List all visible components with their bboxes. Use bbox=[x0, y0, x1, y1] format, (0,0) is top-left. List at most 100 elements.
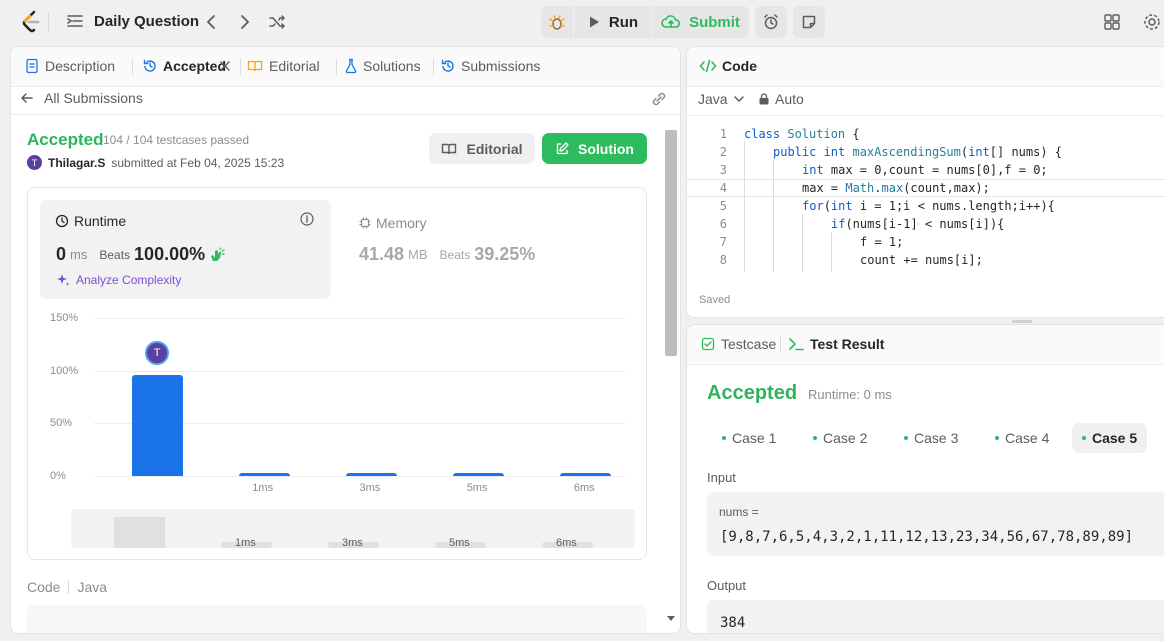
line-number: 7 bbox=[719, 235, 727, 249]
runtime-box[interactable]: Runtime 0 ms Beats 100.00% Analyze Compl… bbox=[40, 200, 331, 299]
tab-divider bbox=[433, 59, 434, 75]
test-tabs-bar: Testcase Test Result bbox=[687, 325, 1164, 365]
code-header: Code Java bbox=[27, 579, 107, 595]
case-tab-2[interactable]: Case 2 bbox=[803, 423, 877, 453]
case-tab-3[interactable]: Case 3 bbox=[894, 423, 968, 453]
x-tick-label: 6ms bbox=[573, 482, 595, 494]
tab-divider bbox=[780, 337, 781, 353]
divider bbox=[48, 12, 49, 32]
runtime-value: 0 bbox=[56, 244, 67, 264]
leetcode-logo[interactable] bbox=[21, 10, 41, 34]
submitter-name[interactable]: Thilagar.S bbox=[48, 156, 105, 170]
editorial-button[interactable]: Editorial bbox=[429, 133, 535, 164]
saved-status: Saved bbox=[699, 294, 731, 306]
code-token: (count,max); bbox=[903, 181, 990, 195]
runtime-heading: Runtime bbox=[55, 213, 126, 229]
tab-test-result[interactable]: Test Result bbox=[788, 336, 884, 352]
tab-divider bbox=[336, 59, 337, 75]
code-token: . bbox=[874, 181, 882, 195]
range-bar bbox=[114, 517, 165, 548]
range-selector[interactable]: 1ms 3ms 5ms 6ms bbox=[71, 509, 635, 548]
analyze-complexity-link[interactable]: Analyze Complexity bbox=[56, 273, 181, 287]
close-tab-icon[interactable] bbox=[218, 59, 232, 73]
solution-button[interactable]: Solution bbox=[542, 133, 647, 164]
top-nav: Daily Question Run Submit bbox=[0, 0, 1164, 44]
timer-button[interactable] bbox=[755, 6, 787, 38]
tab-accepted[interactable]: Accepted bbox=[143, 58, 226, 74]
code-text: public int maxAscendingSum(int[] nums) { bbox=[744, 142, 1063, 164]
code-token: if bbox=[831, 217, 846, 231]
tab-solutions[interactable]: Solutions bbox=[345, 58, 421, 74]
case-tab-1[interactable]: Case 1 bbox=[712, 423, 786, 453]
gridline bbox=[94, 318, 625, 319]
submitted-time: submitted at Feb 04, 2025 15:23 bbox=[111, 155, 285, 170]
tab-divider bbox=[132, 59, 133, 75]
all-submissions-link[interactable]: All Submissions bbox=[20, 90, 143, 106]
tab-editorial[interactable]: Editorial bbox=[247, 58, 320, 74]
runtime-bar[interactable] bbox=[131, 374, 183, 476]
code-token: public int bbox=[773, 145, 853, 159]
runtime-bar[interactable] bbox=[560, 472, 612, 476]
auto-mode-toggle[interactable]: Auto bbox=[759, 91, 804, 107]
tab-testcase[interactable]: Testcase bbox=[701, 336, 776, 352]
info-icon[interactable] bbox=[300, 212, 314, 226]
y-tick-label: 0% bbox=[50, 470, 66, 482]
debug-button[interactable] bbox=[541, 6, 573, 38]
line-number: 8 bbox=[719, 253, 727, 267]
output-box[interactable]: 384 bbox=[707, 600, 1164, 633]
runtime-bar[interactable] bbox=[346, 472, 397, 476]
code-editor[interactable]: 1 class Solution {2 public int maxAscendin… bbox=[687, 123, 1164, 275]
tab-description[interactable]: Description bbox=[25, 58, 115, 74]
line-number: 1 bbox=[719, 127, 727, 141]
notes-button[interactable] bbox=[793, 6, 825, 38]
your-submission-marker[interactable]: T bbox=[145, 340, 170, 365]
code-preview: class Solution { bbox=[27, 605, 647, 633]
runtime-bar[interactable] bbox=[453, 472, 505, 476]
input-box[interactable]: nums = [9,8,7,6,5,4,3,2,1,11,12,13,23,34… bbox=[707, 492, 1164, 556]
submit-button[interactable]: Submit bbox=[652, 6, 749, 38]
indent-guide bbox=[773, 250, 774, 272]
test-result-panel: Testcase Test Result Accepted Runtime: 0… bbox=[686, 324, 1164, 634]
scroll-down-icon[interactable] bbox=[667, 616, 675, 622]
gridline bbox=[94, 370, 625, 372]
scrollbar-thumb[interactable] bbox=[665, 130, 677, 356]
language-select[interactable]: Java bbox=[698, 91, 746, 107]
code-lang: Java bbox=[77, 579, 108, 595]
chevron-down-icon bbox=[732, 92, 746, 106]
code-line: 7 f = 1; bbox=[687, 232, 1164, 254]
line-number: 6 bbox=[719, 217, 727, 231]
code-token: ( bbox=[960, 145, 969, 159]
nav-title: Daily Question bbox=[94, 12, 200, 30]
range-label: 3ms bbox=[342, 537, 363, 548]
code-label: Code bbox=[27, 579, 61, 595]
case-tab-4[interactable]: Case 4 bbox=[985, 423, 1059, 453]
problem-list-button[interactable]: Daily Question bbox=[66, 12, 199, 30]
result-status: Accepted bbox=[707, 382, 798, 404]
line-number: 2 bbox=[719, 145, 727, 159]
share-link-icon[interactable] bbox=[650, 91, 668, 107]
code-text: max = Math.max(count,max); bbox=[744, 178, 990, 200]
resize-handle[interactable] bbox=[1012, 320, 1032, 323]
runtime-values: 0 ms Beats 100.00% bbox=[56, 244, 225, 265]
runtime-bar[interactable] bbox=[238, 472, 290, 476]
shuffle-icon[interactable] bbox=[268, 13, 286, 31]
tab-submissions[interactable]: Submissions bbox=[441, 58, 540, 74]
left-tabs-bar: Description Accepted Editorial Solutions… bbox=[11, 47, 680, 87]
prev-problem-icon[interactable] bbox=[203, 13, 219, 31]
settings-gear-icon[interactable] bbox=[1142, 12, 1162, 32]
pass-dot bbox=[904, 436, 908, 440]
next-problem-icon[interactable] bbox=[237, 13, 253, 31]
case-tab-5[interactable]: Case 5 bbox=[1072, 423, 1148, 453]
editorial-button-label: Editorial bbox=[466, 140, 523, 157]
memory-values: 41.48 MB Beats 39.25% bbox=[359, 244, 535, 265]
run-button[interactable]: Run bbox=[574, 6, 651, 38]
code-token: [] nums) { bbox=[989, 145, 1063, 159]
case-label: Case 4 bbox=[1005, 430, 1050, 446]
clapping-hands-icon bbox=[209, 246, 225, 263]
y-tick-label: 100% bbox=[50, 364, 79, 377]
memory-heading[interactable]: Memory bbox=[359, 215, 427, 231]
layout-icon[interactable] bbox=[1103, 13, 1121, 31]
avatar[interactable]: T bbox=[27, 155, 42, 170]
arrow-left-icon bbox=[20, 91, 34, 105]
tab-code[interactable]: Code bbox=[699, 58, 757, 74]
